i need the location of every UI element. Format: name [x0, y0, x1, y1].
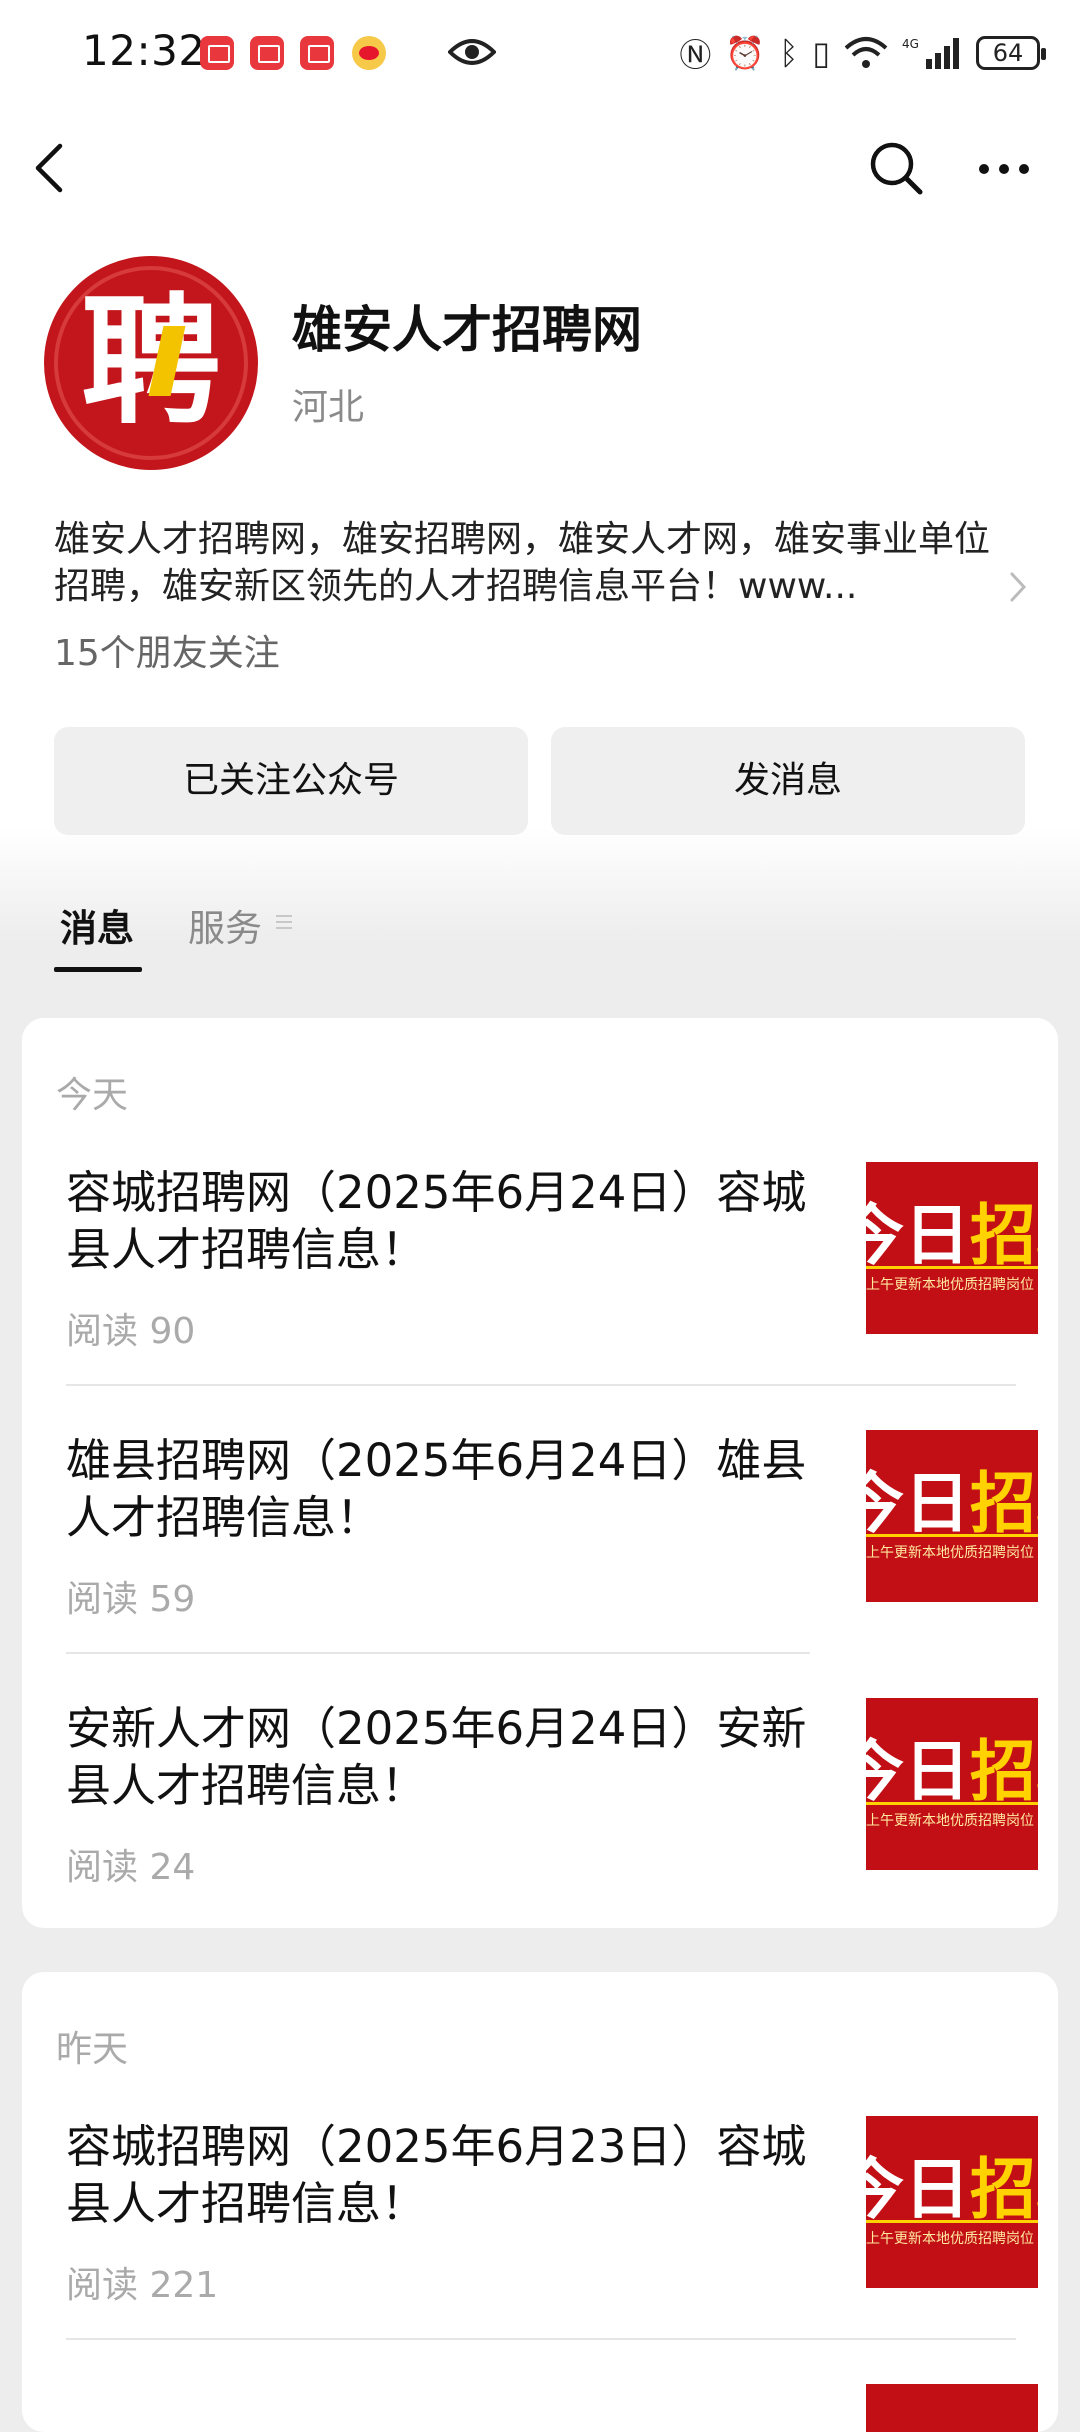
- thumbnail-headline-white: 今日: [866, 1197, 970, 1274]
- article-thumbnail[interactable]: 今日招聘 上午更新本地优质招聘岗位: [866, 1162, 1038, 1334]
- feed-group-today: 今天 容城招聘网（2025年6月24日）容城县人才招聘信息！ 阅读 90 今日招…: [22, 1018, 1058, 1928]
- avatar-char: 聘: [80, 280, 221, 444]
- status-bar: 12:32 Ⓝ ⏰ ᛒ ▯ 4G 64: [0, 0, 1080, 104]
- thumbnail-headline: 今日招聘: [866, 1182, 1038, 1278]
- tab-services[interactable]: 服务: [188, 898, 262, 952]
- vibrate-icon: ▯: [812, 34, 830, 72]
- thumbnail-headline-yellow: 招聘: [970, 1197, 1038, 1274]
- thumbnail-headline-yellow: 招聘: [970, 2151, 1038, 2228]
- article-item[interactable]: 容城招聘网（2025年6月24日）容城县人才招聘信息！ 阅读 90 今日招聘 上…: [66, 1162, 1040, 1354]
- nfc-icon: Ⓝ: [679, 36, 712, 74]
- account-name: 雄安人才招聘网: [292, 301, 642, 359]
- article-reads: 阅读 90: [66, 1311, 196, 1352]
- system-icons: Ⓝ ⏰ ᛒ ▯ 4G 64: [679, 26, 1046, 80]
- day-label: 昨天: [56, 2029, 129, 2070]
- divider: [66, 1384, 1016, 1386]
- article-reads: 阅读 221: [66, 2265, 219, 2306]
- thumbnail-headline: 今日招聘: [866, 1450, 1038, 1546]
- article-title[interactable]: 安新人才网（2025年6月24日）安新县人才招聘信息！: [66, 1700, 826, 1814]
- thumbnail-subtitle: 上午更新本地优质招聘岗位: [866, 1813, 1034, 1829]
- article-thumbnail[interactable]: 今日招聘 上午更新本地优质招聘岗位: [866, 1430, 1038, 1602]
- thumbnail-stripe: [866, 1534, 1038, 1537]
- bluetooth-icon: ᛒ: [779, 34, 799, 72]
- thumbnail-headline: 今日招聘: [866, 1718, 1038, 1814]
- send-message-button[interactable]: 发消息: [551, 727, 1025, 835]
- thumbnail-headline-white: 今日: [866, 2151, 970, 2228]
- notification-app-icon: [250, 36, 284, 70]
- account-region: 河北: [292, 387, 365, 428]
- article-item[interactable]: 雄县招聘网（2025年6月24日）雄县人才招聘信息！ 阅读 59 今日招聘 上午…: [66, 1430, 1040, 1622]
- article-title[interactable]: 容城招聘网（2025年6月23日）容城县人才招聘信息！: [66, 2118, 826, 2232]
- alarm-icon: ⏰: [725, 34, 766, 72]
- notification-app-icon: [300, 36, 334, 70]
- thumbnail-subtitle: 上午更新本地优质招聘岗位: [866, 2231, 1034, 2247]
- chevron-right-icon[interactable]: [1008, 570, 1028, 604]
- weibo-icon: [352, 36, 386, 70]
- thumbnail-subtitle: 上午更新本地优质招聘岗位: [866, 1545, 1034, 1561]
- friends-following[interactable]: 15个朋友关注: [54, 624, 280, 676]
- divider: [66, 1652, 810, 1654]
- thumbnail-headline: 今日招聘: [866, 2136, 1038, 2232]
- account-avatar[interactable]: 聘: [44, 256, 258, 470]
- thumbnail-headline-yellow: 招聘: [970, 1733, 1038, 1810]
- divider: [66, 2338, 1016, 2340]
- back-chevron-icon[interactable]: [30, 140, 70, 196]
- article-thumbnail-partial[interactable]: [866, 2384, 1038, 2432]
- feed-group-yesterday: 昨天 容城招聘网（2025年6月23日）容城县人才招聘信息！ 阅读 221 今日…: [22, 1972, 1058, 2432]
- signal-icon: 4G: [902, 37, 959, 69]
- thumbnail-headline-yellow: 招聘: [970, 1465, 1038, 1542]
- article-title[interactable]: 雄县招聘网（2025年6月24日）雄县人才招聘信息！: [66, 1432, 826, 1546]
- article-title[interactable]: 容城招聘网（2025年6月24日）容城县人才招聘信息！: [66, 1164, 826, 1278]
- thumbnail-stripe: [866, 2220, 1038, 2223]
- thumbnail-headline-white: 今日: [866, 1733, 970, 1810]
- account-description[interactable]: 雄安人才招聘网，雄安招聘网，雄安人才网，雄安事业单位招聘，雄安新区领先的人才招聘…: [54, 516, 1014, 610]
- article-item[interactable]: 安新人才网（2025年6月24日）安新县人才招聘信息！ 阅读 24 今日招聘 上…: [66, 1698, 1040, 1890]
- article-reads: 阅读 59: [66, 1579, 196, 1620]
- network-type: 4G: [902, 37, 919, 51]
- eye-icon: [448, 39, 496, 65]
- search-icon[interactable]: [868, 140, 924, 196]
- thumbnail-stripe: [866, 1266, 1038, 1269]
- thumbnail-stripe: [866, 1802, 1038, 1805]
- article-item[interactable]: 容城招聘网（2025年6月23日）容城县人才招聘信息！ 阅读 221 今日招聘 …: [66, 2116, 1040, 2308]
- notification-app-icon: [200, 36, 234, 70]
- more-dots-icon[interactable]: [978, 162, 1030, 176]
- tab-messages[interactable]: 消息: [54, 898, 142, 972]
- day-label: 今天: [56, 1075, 129, 1116]
- followed-button[interactable]: 已关注公众号: [54, 727, 528, 835]
- status-time: 12:32: [82, 26, 206, 75]
- article-thumbnail[interactable]: 今日招聘 上午更新本地优质招聘岗位: [866, 2116, 1038, 2288]
- menu-lines-icon[interactable]: [276, 915, 292, 929]
- battery-indicator: 64: [976, 36, 1046, 70]
- wifi-icon: [844, 37, 888, 68]
- thumbnail-headline-white: 今日: [866, 1465, 970, 1542]
- article-reads: 阅读 24: [66, 1847, 196, 1888]
- article-thumbnail[interactable]: 今日招聘 上午更新本地优质招聘岗位: [866, 1698, 1038, 1870]
- thumbnail-subtitle: 上午更新本地优质招聘岗位: [866, 1277, 1034, 1293]
